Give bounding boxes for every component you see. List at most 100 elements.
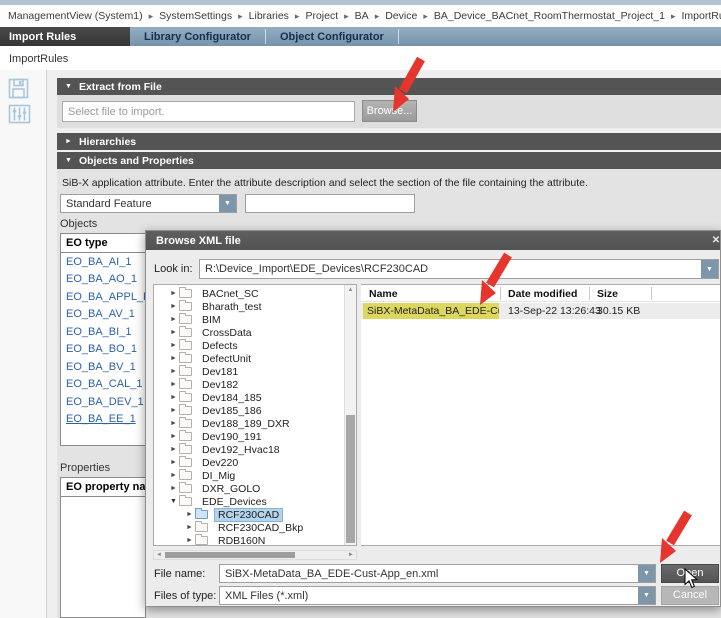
- chevron-down-icon[interactable]: ▼: [701, 260, 718, 278]
- chevron-right-icon[interactable]: ►: [168, 472, 179, 479]
- tree-item[interactable]: ►Dev220: [154, 456, 356, 469]
- tree-item[interactable]: ►Dev190_191: [154, 430, 356, 443]
- cancel-button-disabled[interactable]: Cancel: [661, 586, 719, 605]
- breadcrumb-item[interactable]: BA: [355, 10, 369, 22]
- column-separator[interactable]: [651, 287, 652, 300]
- eo-type-link[interactable]: EO_BA_AI_1: [61, 253, 145, 271]
- chevron-right-icon[interactable]: ►: [184, 511, 195, 518]
- feature-dropdown[interactable]: Standard Feature ▼: [60, 194, 237, 213]
- column-header-name[interactable]: Name: [369, 285, 398, 302]
- tree-item[interactable]: ►Defects: [154, 339, 356, 352]
- eo-type-link[interactable]: EO_BA_APPL_Roo: [61, 288, 145, 306]
- breadcrumb-item[interactable]: Project: [305, 10, 338, 22]
- tree-item[interactable]: ► BACnet_SC: [154, 287, 356, 300]
- breadcrumb-item[interactable]: ImportRules: [682, 10, 721, 22]
- save-icon[interactable]: [8, 78, 29, 104]
- file-name-input[interactable]: [220, 565, 637, 582]
- chevron-right-icon[interactable]: ►: [184, 537, 195, 544]
- tab-library-configurator[interactable]: Library Configurator: [130, 27, 265, 46]
- chevron-down-icon[interactable]: ▼: [638, 587, 655, 604]
- open-button[interactable]: Open: [661, 564, 719, 583]
- chevron-right-icon[interactable]: ►: [168, 433, 179, 440]
- chevron-right-icon[interactable]: ►: [168, 316, 179, 323]
- scrollbar-thumb[interactable]: [165, 552, 295, 558]
- files-of-type-dropdown[interactable]: XML Files (*.xml) ▼: [219, 586, 656, 605]
- chevron-right-icon[interactable]: ►: [168, 407, 179, 414]
- filter-settings-icon[interactable]: [8, 103, 31, 130]
- file-name-cell-highlighted[interactable]: SiBX-MetaData_BA_EDE-Cus...: [363, 303, 499, 319]
- attribute-description-input[interactable]: [245, 194, 415, 213]
- tree-item-label: BACnet_SC: [199, 288, 262, 300]
- chevron-down-icon[interactable]: ▼: [168, 498, 179, 505]
- import-file-input[interactable]: [62, 101, 355, 122]
- tree-item[interactable]: ►RDB160N: [154, 534, 356, 546]
- tree-item[interactable]: ►Dev185_186: [154, 404, 356, 417]
- tree-item[interactable]: ►Dev182: [154, 378, 356, 391]
- breadcrumb-item[interactable]: Device: [385, 10, 417, 22]
- chevron-right-icon[interactable]: ►: [168, 368, 179, 375]
- look-in-dropdown[interactable]: R:\Device_Import\EDE_Devices\RCF230CAD ▼: [199, 259, 719, 279]
- chevron-right-icon[interactable]: ►: [184, 524, 195, 531]
- column-header-date-modified[interactable]: Date modified: [508, 285, 577, 302]
- eo-type-link[interactable]: EO_BA_BV_1: [61, 358, 145, 376]
- column-header-size[interactable]: Size: [597, 285, 618, 302]
- chevron-right-icon[interactable]: ►: [168, 446, 179, 453]
- breadcrumb-item[interactable]: BA_Device_BACnet_RoomThermostat_Project_…: [434, 10, 665, 22]
- scroll-right-icon[interactable]: ►: [346, 551, 356, 559]
- tab-object-configurator[interactable]: Object Configurator: [266, 27, 398, 46]
- browse-button[interactable]: Browse...: [362, 100, 417, 122]
- eo-type-link[interactable]: EO_BA_AV_1: [61, 306, 145, 324]
- tree-item[interactable]: ►Bharath_test: [154, 300, 356, 313]
- tree-item[interactable]: ►BIM: [154, 313, 356, 326]
- scroll-up-icon[interactable]: ▲: [345, 285, 356, 296]
- close-icon[interactable]: ✕: [708, 233, 721, 248]
- scrollbar-thumb[interactable]: [346, 415, 355, 543]
- chevron-right-icon[interactable]: ►: [168, 459, 179, 466]
- chevron-right-icon[interactable]: ►: [168, 290, 179, 297]
- folder-icon: [179, 419, 192, 428]
- chevron-right-icon[interactable]: ►: [168, 381, 179, 388]
- chevron-right-icon[interactable]: ►: [168, 303, 179, 310]
- tree-item[interactable]: ►CrossData: [154, 326, 356, 339]
- eo-type-link[interactable]: EO_BA_CAL_1: [61, 376, 145, 394]
- eo-type-link[interactable]: EO_BA_BI_1: [61, 323, 145, 341]
- chevron-right-icon[interactable]: ►: [168, 394, 179, 401]
- tab-import-rules[interactable]: Import Rules: [0, 27, 130, 46]
- tree-vertical-scrollbar[interactable]: ▲: [344, 285, 356, 545]
- tree-item[interactable]: ►DefectUnit: [154, 352, 356, 365]
- chevron-right-icon[interactable]: ►: [168, 329, 179, 336]
- chevron-down-icon[interactable]: ▼: [219, 195, 236, 212]
- eo-type-link[interactable]: EO_BA_DEV_1: [61, 393, 145, 411]
- tree-item[interactable]: ►DXR_GOLO: [154, 482, 356, 495]
- tree-item[interactable]: ►RCF230CAD_Bkp: [154, 521, 356, 534]
- chevron-right-icon[interactable]: ►: [168, 342, 179, 349]
- folder-icon: [179, 406, 192, 415]
- chevron-right-icon[interactable]: ►: [168, 355, 179, 362]
- tree-item-selected[interactable]: ►RCF230CAD: [154, 508, 356, 521]
- file-name-combobox[interactable]: ▼: [219, 564, 656, 583]
- eo-type-link[interactable]: EO_BA_EE_1: [61, 411, 145, 429]
- eo-type-link[interactable]: EO_BA_BO_1: [61, 341, 145, 359]
- tree-horizontal-scrollbar[interactable]: ◄ ►: [153, 550, 357, 560]
- column-separator[interactable]: [589, 287, 590, 300]
- breadcrumb-item[interactable]: Libraries: [249, 10, 289, 22]
- section-header-extract-from-file[interactable]: ▼ Extract from File: [57, 78, 721, 95]
- chevron-right-icon[interactable]: ►: [168, 485, 179, 492]
- section-header-objects-properties[interactable]: ▼ Objects and Properties: [57, 152, 721, 169]
- breadcrumb-item[interactable]: ManagementView (System1): [8, 10, 143, 22]
- chevron-down-icon[interactable]: ▼: [638, 565, 655, 582]
- section-header-hierarchies[interactable]: ► Hierarchies: [57, 133, 721, 150]
- tree-item[interactable]: ►Dev184_185: [154, 391, 356, 404]
- tree-item[interactable]: ►Dev181: [154, 365, 356, 378]
- breadcrumb-item[interactable]: SystemSettings: [159, 10, 232, 22]
- tree-item[interactable]: ►DI_Mig: [154, 469, 356, 482]
- tree-item[interactable]: ►Dev192_Hvac18: [154, 443, 356, 456]
- dialog-title-bar[interactable]: Browse XML file ✕: [146, 231, 720, 250]
- scroll-left-icon[interactable]: ◄: [154, 551, 164, 559]
- file-row[interactable]: SiBX-MetaData_BA_EDE-Cus... 13-Sep-22 13…: [361, 303, 721, 319]
- eo-type-link[interactable]: EO_BA_AO_1: [61, 271, 145, 289]
- tree-item[interactable]: ▼EDE_Devices: [154, 495, 356, 508]
- tree-item[interactable]: ►Dev188_189_DXR: [154, 417, 356, 430]
- column-separator[interactable]: [500, 287, 501, 300]
- chevron-right-icon[interactable]: ►: [168, 420, 179, 427]
